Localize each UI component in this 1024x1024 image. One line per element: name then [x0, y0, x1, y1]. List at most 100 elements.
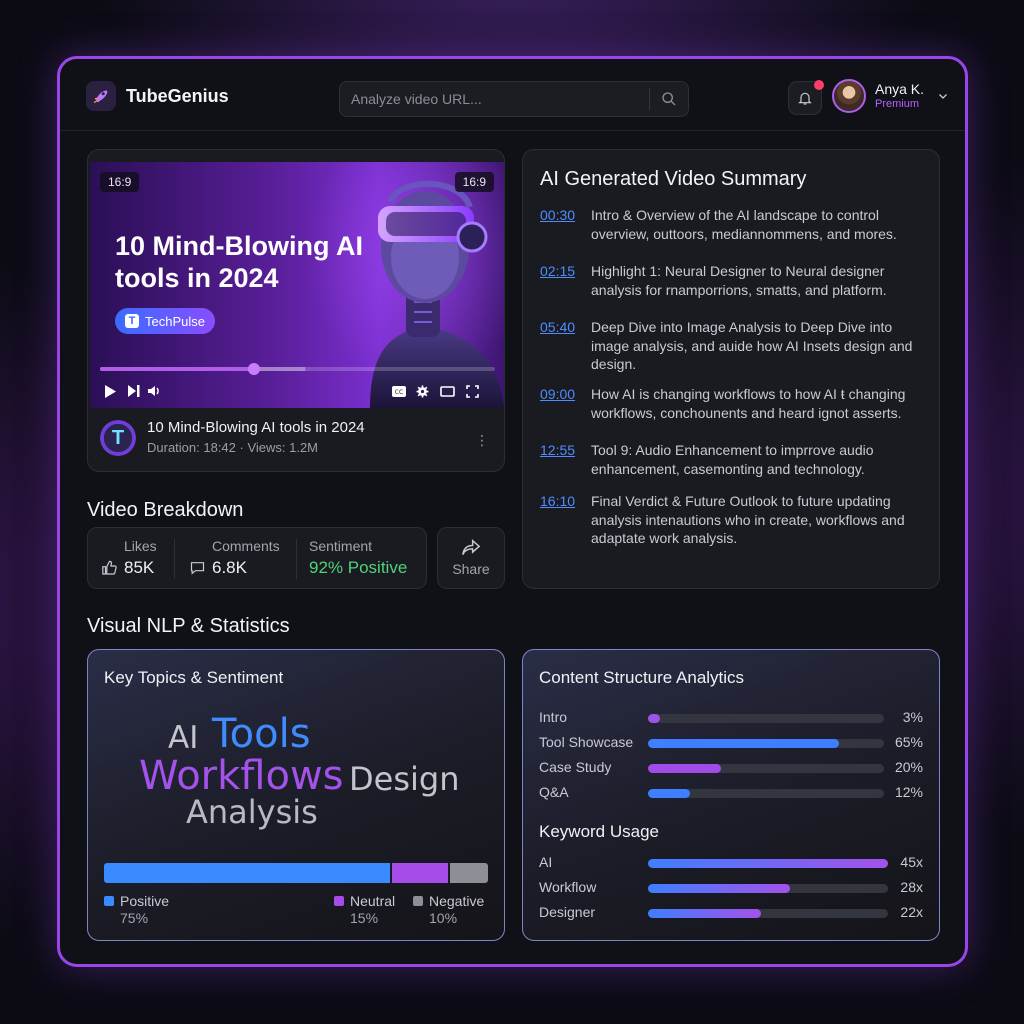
topic-word: Tools — [212, 711, 311, 757]
legend-swatch — [334, 896, 344, 906]
channel-badge[interactable]: T TechPulse — [115, 308, 215, 334]
structure-label: Tool Showcase — [539, 734, 634, 750]
keyword-fill — [648, 859, 888, 868]
structure-value: 3% — [902, 709, 923, 725]
keyword-value: 45x — [900, 854, 923, 870]
channel-name: TechPulse — [145, 313, 205, 329]
topic-word: Analysis — [186, 793, 318, 831]
structure-fill — [648, 789, 691, 798]
bell-icon — [798, 92, 812, 105]
structure-fill — [648, 764, 722, 773]
legend-label: Negative — [429, 893, 485, 909]
breakdown-title: Video Breakdown — [87, 499, 244, 521]
chevron-down-icon — [939, 94, 947, 99]
keyword-row: Designer 22x — [539, 904, 923, 922]
progress-knob[interactable] — [248, 363, 261, 375]
structure-fill — [648, 714, 660, 723]
timestamp-link[interactable]: 02:15 — [540, 262, 577, 299]
structure-row: Q&A 12% — [539, 784, 923, 802]
legend-value: 75% — [120, 910, 149, 926]
volume-icon[interactable] — [148, 385, 161, 397]
likes-label: Likes — [124, 538, 157, 554]
neutral-segment — [392, 863, 450, 883]
user-menu[interactable]: Anya K. Premium — [832, 79, 949, 113]
legend-swatch — [413, 896, 423, 906]
timestamp-link[interactable]: 12:55 — [540, 441, 577, 478]
summary-title: AI Generated Video Summary — [540, 168, 807, 190]
structure-track — [648, 714, 884, 723]
legend-negative: Negative 10% — [413, 893, 484, 927]
structure-card: Content Structure Analytics Intro 3% Too… — [522, 649, 940, 941]
settings-gear-icon[interactable] — [416, 385, 429, 398]
search-bar — [339, 81, 689, 117]
search-icon[interactable] — [650, 91, 688, 107]
likes-value: 85K — [124, 558, 155, 577]
negative-segment — [449, 863, 488, 883]
summary-item: 05:40 Deep Dive into Image Analysis to D… — [540, 318, 930, 374]
search-input[interactable] — [340, 91, 649, 107]
sentiment-stat: Sentiment 92% Positive — [297, 528, 425, 588]
video-title[interactable]: 10 Mind-Blowing AI tools in 2024 — [147, 418, 365, 438]
notifications-button[interactable] — [788, 80, 824, 115]
aspect-tag-left: 16:9 — [100, 172, 140, 192]
svg-text:CC: CC — [395, 389, 403, 396]
structure-track — [648, 789, 884, 798]
legend-positive: Positive 75% — [104, 893, 169, 927]
summary-card: AI Generated Video Summary 00:30 Intro &… — [522, 149, 940, 589]
progress-fill — [100, 367, 255, 371]
keyword-value: 22x — [900, 904, 923, 920]
more-options-icon[interactable]: ⋮ — [475, 432, 489, 449]
avatar — [832, 79, 866, 113]
summary-item: 09:00 How AI is changing workflows to ho… — [540, 385, 930, 422]
notification-dot — [814, 80, 824, 90]
timestamp-link[interactable]: 16:10 — [540, 492, 577, 548]
summary-text: Final Verdict & Future Outlook to future… — [591, 493, 905, 546]
structure-value: 20% — [894, 759, 923, 775]
video-player[interactable]: 16:9 16:9 10 Mind-Blowing AI tools in 20… — [90, 162, 504, 408]
comment-icon — [190, 562, 205, 575]
video-duration-views: Duration: 18:42 · Views: 1.2M — [147, 440, 319, 455]
next-icon[interactable] — [128, 385, 140, 397]
nlp-section-title: Visual NLP & Statistics — [87, 615, 290, 637]
app-window: TubeGenius Anya K. Premium — [57, 56, 968, 967]
structure-track — [648, 739, 884, 748]
comments-label: Comments — [212, 538, 280, 554]
summary-item: 02:15 Highlight 1: Neural Designer to Ne… — [540, 262, 930, 299]
fullscreen-icon[interactable] — [466, 384, 479, 398]
summary-text: How AI is changing workflows to how AI ŧ… — [591, 386, 906, 421]
video-progress-bar[interactable] — [100, 363, 495, 375]
keyword-row: AI 45x — [539, 854, 923, 872]
structure-label: Q&A — [539, 784, 569, 800]
stats-card: Likes 85K Comments 6.8K Sentiment 92% Po… — [87, 527, 427, 589]
timestamp-link[interactable]: 09:00 — [540, 385, 577, 422]
sentiment-value: 92% Positive — [309, 558, 408, 577]
keyword-fill — [648, 909, 761, 918]
keyword-label: Workflow — [539, 879, 597, 895]
timestamp-link[interactable]: 00:30 — [540, 206, 577, 243]
topics-card: Key Topics & Sentiment AI Tools Workflow… — [87, 649, 505, 941]
theater-mode-icon[interactable] — [440, 385, 455, 397]
timestamp-link[interactable]: 05:40 — [540, 318, 577, 374]
legend-label: Positive — [120, 893, 170, 909]
structure-value: 65% — [894, 734, 923, 750]
share-button[interactable]: Share — [437, 527, 505, 589]
rocket-icon — [86, 81, 116, 111]
legend-swatch — [104, 896, 114, 906]
play-icon[interactable] — [104, 384, 116, 398]
legend-value: 15% — [350, 910, 379, 926]
keyword-label: Designer — [539, 904, 596, 920]
player-controls: CC — [90, 376, 504, 406]
user-tier: Premium — [875, 98, 920, 110]
logo[interactable]: TubeGenius — [86, 81, 229, 111]
summary-text: Deep Dive into Image Analysis to Deep Di… — [591, 319, 913, 372]
video-meta: T 10 Mind-Blowing AI tools in 2024 Durat… — [100, 418, 365, 458]
structure-track — [648, 764, 884, 773]
summary-item: 16:10 Final Verdict & Future Outlook to … — [540, 492, 930, 548]
summary-text: Tool 9: Audio Enhancement to imprrove au… — [591, 442, 874, 477]
channel-avatar[interactable]: T — [100, 420, 136, 456]
structure-value: 12% — [894, 784, 923, 800]
captions-icon[interactable]: CC — [392, 385, 406, 397]
legend-value: 10% — [429, 910, 458, 926]
summary-item: 12:55 Tool 9: Audio Enhancement to imprr… — [540, 441, 930, 478]
sentiment-bar — [104, 863, 488, 883]
